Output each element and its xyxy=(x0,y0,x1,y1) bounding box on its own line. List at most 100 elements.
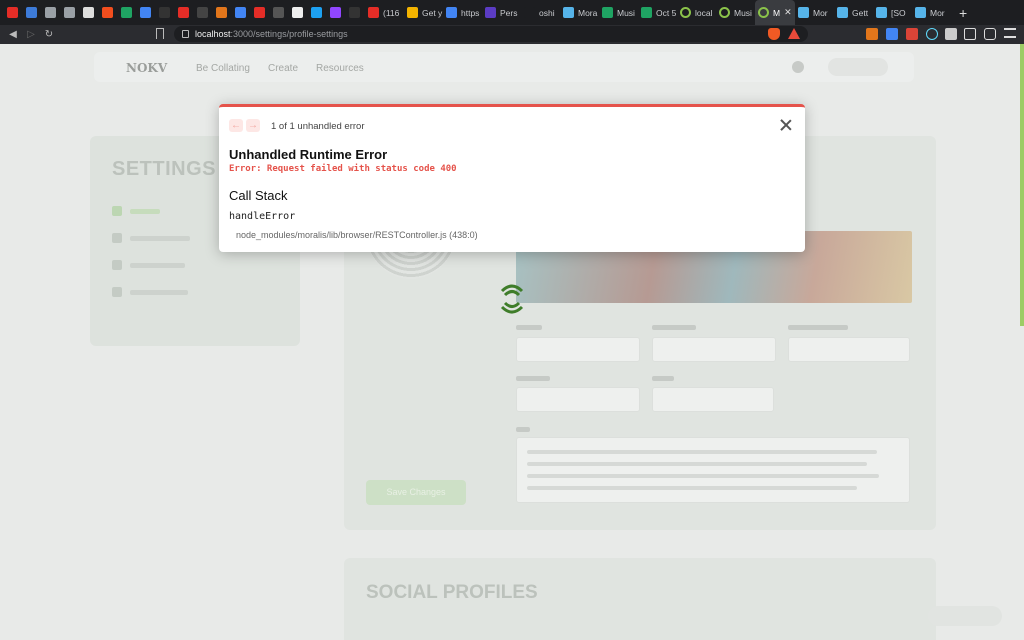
url-text: localhost:3000/settings/profile-settings xyxy=(195,29,348,39)
brave-shields-icon[interactable] xyxy=(768,28,780,40)
browser-tab[interactable]: M ✕ xyxy=(755,0,795,25)
tab-title: local xyxy=(695,7,713,18)
theme-toggle-icon[interactable] xyxy=(792,61,804,73)
youtube-icon xyxy=(7,7,18,18)
browser-tab[interactable] xyxy=(270,0,289,25)
browser-tab[interactable]: oshi xyxy=(521,0,560,25)
previous-error-button[interactable]: ← xyxy=(229,119,243,132)
settings-title: SETTINGS xyxy=(112,158,217,180)
browser-tab[interactable] xyxy=(289,0,308,25)
stack-frame-location[interactable]: node_modules/moralis/lib/browser/RESTCon… xyxy=(236,230,478,240)
github-icon xyxy=(292,7,303,18)
browser-tab[interactable] xyxy=(346,0,365,25)
dropbox-icon xyxy=(26,7,37,18)
address-bar[interactable]: localhost:3000/settings/profile-settings xyxy=(174,26,808,42)
browser-tab[interactable]: Musi xyxy=(716,0,755,25)
nav-link-1[interactable]: Be Collating xyxy=(196,63,250,74)
browser-tab[interactable]: [SO xyxy=(873,0,912,25)
bookmark-icon[interactable] xyxy=(156,28,164,39)
docs-icon xyxy=(140,7,151,18)
browser-tab[interactable] xyxy=(175,0,194,25)
browser-tab[interactable]: (116 xyxy=(365,0,404,25)
name-field[interactable] xyxy=(516,337,640,362)
browser-tab[interactable] xyxy=(327,0,346,25)
ring-icon xyxy=(680,7,691,18)
tab-title: Mor xyxy=(930,7,945,18)
youtube-icon xyxy=(368,7,379,18)
browser-tab[interactable]: Mor xyxy=(912,0,951,25)
call-stack-heading: Call Stack xyxy=(229,188,288,203)
site-info-icon[interactable] xyxy=(182,30,189,38)
k-icon xyxy=(159,7,170,18)
menu-icon[interactable] xyxy=(1004,28,1016,38)
user-menu[interactable] xyxy=(828,58,888,76)
nav-link-2[interactable]: Create xyxy=(268,63,298,74)
save-changes-button[interactable]: Save Changes xyxy=(366,480,466,505)
close-icon[interactable] xyxy=(779,118,793,132)
browser-tab[interactable] xyxy=(137,0,156,25)
browser-tab[interactable]: Mor xyxy=(795,0,834,25)
browser-tab[interactable]: Pers xyxy=(482,0,521,25)
browser-tab[interactable] xyxy=(232,0,251,25)
browser-tab[interactable]: Mora xyxy=(560,0,599,25)
tab-title: Musi xyxy=(734,7,752,18)
extensions-puzzle-icon[interactable] xyxy=(945,28,957,40)
error-title: Unhandled Runtime Error xyxy=(229,147,388,162)
browser-tab[interactable] xyxy=(251,0,270,25)
youtube-icon xyxy=(254,7,265,18)
browser-tab-strip: (116 Get y https Pers oshi Mora Musi Oct 5 local… xyxy=(0,0,1024,25)
browser-toolbar: ◀ ▷ ↻ localhost:3000/settings/profile-se… xyxy=(0,25,1024,44)
blank-icon xyxy=(524,7,535,18)
browser-tab[interactable] xyxy=(42,0,61,25)
youtube-icon xyxy=(178,7,189,18)
email-field[interactable] xyxy=(788,337,910,362)
globe-icon xyxy=(45,7,56,18)
help-button[interactable] xyxy=(928,606,1002,626)
sidebar-toggle-icon[interactable] xyxy=(964,28,976,40)
browser-tab[interactable] xyxy=(61,0,80,25)
sheets-icon xyxy=(641,7,652,18)
circle-icon xyxy=(273,7,284,18)
browser-tab[interactable] xyxy=(156,0,175,25)
next-error-button[interactable]: → xyxy=(246,119,260,132)
browser-tab[interactable] xyxy=(4,0,23,25)
browser-tab[interactable] xyxy=(80,0,99,25)
new-tab-button[interactable]: + xyxy=(951,5,967,21)
back-button[interactable]: ◀ xyxy=(4,29,22,40)
browser-tab[interactable] xyxy=(194,0,213,25)
browser-tab[interactable] xyxy=(213,0,232,25)
username-field[interactable] xyxy=(652,337,776,362)
tab-title: (116 xyxy=(383,7,400,18)
browser-tab[interactable] xyxy=(118,0,137,25)
social-profiles-title: SOCIAL PROFILES xyxy=(366,582,538,603)
brave-rewards-icon[interactable] xyxy=(788,28,800,39)
browser-tab[interactable]: local xyxy=(677,0,716,25)
browser-tab[interactable] xyxy=(99,0,118,25)
page-scrollbar[interactable] xyxy=(1020,44,1024,326)
browser-tab[interactable] xyxy=(308,0,327,25)
twitter-icon xyxy=(311,7,322,18)
translate-icon[interactable] xyxy=(886,28,898,40)
ring-icon xyxy=(758,7,769,18)
tab-close-icon[interactable]: ✕ xyxy=(784,7,792,18)
reload-button[interactable]: ↻ xyxy=(40,29,58,40)
browser-tab[interactable] xyxy=(23,0,42,25)
state-select[interactable] xyxy=(652,387,774,412)
bio-textarea[interactable] xyxy=(516,437,910,503)
browser-tab[interactable]: Gett xyxy=(834,0,873,25)
file-icon xyxy=(446,7,457,18)
country-select[interactable] xyxy=(516,387,640,412)
extension-red-icon[interactable] xyxy=(906,28,918,40)
browser-tab[interactable]: https xyxy=(443,0,482,25)
browser-tab[interactable]: Oct 5 xyxy=(638,0,677,25)
metamask-icon[interactable] xyxy=(866,28,878,40)
react-devtools-icon[interactable] xyxy=(926,28,938,40)
error-message: Error: Request failed with status code 4… xyxy=(229,164,457,174)
browser-tab[interactable]: Get y xyxy=(404,0,443,25)
tab-title: Mora xyxy=(578,7,598,18)
forward-button[interactable]: ▷ xyxy=(22,29,40,40)
nav-link-3[interactable]: Resources xyxy=(316,63,364,74)
browser-tab[interactable]: Musi xyxy=(599,0,638,25)
wallet-icon[interactable] xyxy=(984,28,996,40)
error-overlay-dialog: ← → 1 of 1 unhandled error Unhandled Run… xyxy=(219,104,805,252)
